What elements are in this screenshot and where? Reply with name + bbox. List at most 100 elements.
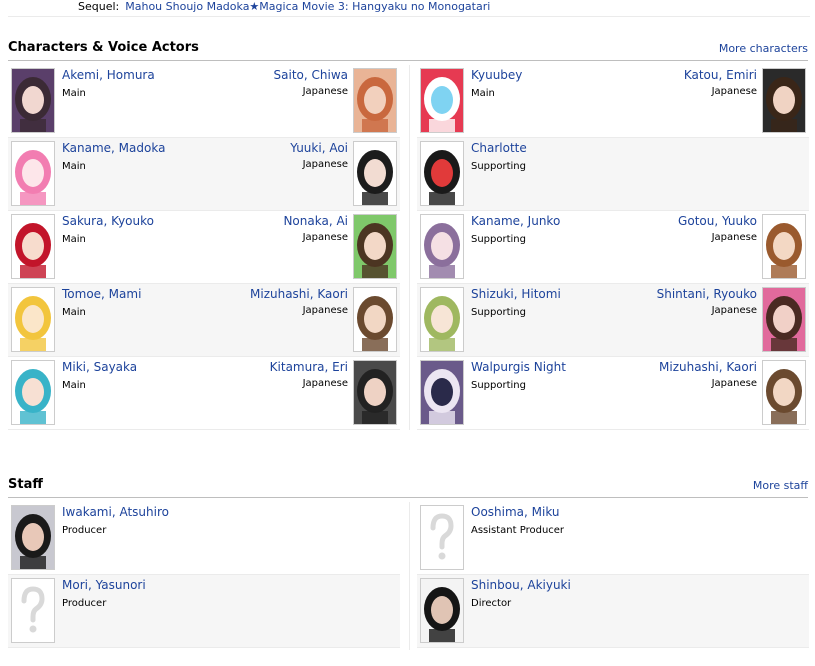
sequel-link[interactable]: Mahou Shoujo Madoka★Magica Movie 3: Hang… — [125, 0, 490, 13]
character-row: Sakura, Kyouko Main Nonaka, Ai Japanese — [8, 211, 400, 284]
character-name-link[interactable]: Shizuki, Hitomi — [471, 287, 561, 301]
voice-actor-name-link[interactable]: Shintani, Ryouko — [657, 287, 757, 301]
voice-actor-language: Japanese — [302, 86, 348, 97]
voice-actor-photo — [354, 288, 396, 351]
character-role: Main — [62, 234, 86, 245]
more-staff-link[interactable]: More staff — [753, 479, 808, 492]
voice-actor-name-link[interactable]: Saito, Chiwa — [274, 68, 348, 82]
character-image-link[interactable] — [420, 214, 464, 279]
character-role: Main — [62, 380, 86, 391]
character-row: Shizuki, Hitomi Supporting Shintani, Ryouk… — [417, 284, 809, 357]
voice-actor-image-link[interactable] — [353, 141, 397, 206]
character-name-link[interactable]: Miki, Sayaka — [62, 360, 137, 374]
voice-actor-photo — [763, 361, 805, 424]
character-row: Miki, Sayaka Main Kitamura, Eri Japanese — [8, 357, 400, 430]
voice-actor-image-link[interactable] — [353, 68, 397, 133]
voice-actor-name-link[interactable]: Mizuhashi, Kaori — [250, 287, 348, 301]
voice-actor-name-link[interactable]: Kitamura, Eri — [270, 360, 348, 374]
staff-image-link[interactable] — [420, 505, 464, 570]
character-portrait — [421, 288, 463, 351]
voice-actor-name-link[interactable]: Mizuhashi, Kaori — [659, 360, 757, 374]
character-name-link[interactable]: Akemi, Homura — [62, 68, 155, 82]
staff-row: Shinbou, Akiyuki Director — [417, 575, 809, 648]
voice-actor-image-link[interactable] — [762, 214, 806, 279]
character-image-link[interactable] — [11, 214, 55, 279]
related-sequel: Sequel: Mahou Shoujo Madoka★Magica Movie … — [78, 0, 490, 13]
character-portrait — [421, 361, 463, 424]
character-image-link[interactable] — [420, 68, 464, 133]
character-role: Main — [471, 88, 495, 99]
column-divider — [409, 502, 410, 650]
divider — [8, 16, 810, 17]
staff-image-link[interactable] — [420, 578, 464, 643]
character-row: Akemi, Homura Main Saito, Chiwa Japanese — [8, 65, 400, 138]
characters-right-column: Kyuubey Main Katou, Emiri Japanese Charlotte… — [417, 65, 809, 430]
character-image-link[interactable] — [11, 360, 55, 425]
voice-actor-language: Japanese — [711, 232, 757, 243]
staff-name-link[interactable]: Ooshima, Miku — [471, 505, 560, 519]
voice-actor-photo — [354, 69, 396, 132]
staff-name-link[interactable]: Mori, Yasunori — [62, 578, 146, 592]
character-role: Supporting — [471, 161, 526, 172]
voice-actor-language: Japanese — [302, 305, 348, 316]
staff-section-header: Staff More staff — [8, 477, 808, 498]
voice-actor-name-link[interactable]: Gotou, Yuuko — [678, 214, 757, 228]
more-characters-link[interactable]: More characters — [719, 42, 808, 55]
character-row: Kyuubey Main Katou, Emiri Japanese — [417, 65, 809, 138]
voice-actor-image-link[interactable] — [353, 360, 397, 425]
voice-actor-photo — [354, 215, 396, 278]
character-image-link[interactable] — [420, 287, 464, 352]
character-role: Supporting — [471, 307, 526, 318]
staff-image-link[interactable] — [11, 505, 55, 570]
voice-actor-language: Japanese — [302, 378, 348, 389]
character-row: Kaname, Junko Supporting Gotou, Yuuko Japan… — [417, 211, 809, 284]
voice-actor-image-link[interactable] — [762, 360, 806, 425]
character-role: Main — [62, 161, 86, 172]
voice-actor-photo — [763, 288, 805, 351]
staff-right-column: Ooshima, Miku Assistant Producer Shinbou, … — [417, 502, 809, 648]
voice-actor-photo — [354, 361, 396, 424]
character-name-link[interactable]: Kyuubey — [471, 68, 522, 82]
voice-actor-language: Japanese — [711, 305, 757, 316]
character-role: Main — [62, 88, 86, 99]
voice-actor-name-link[interactable]: Yuuki, Aoi — [290, 141, 348, 155]
character-portrait — [12, 361, 54, 424]
character-image-link[interactable] — [420, 141, 464, 206]
character-image-link[interactable] — [11, 287, 55, 352]
character-name-link[interactable]: Charlotte — [471, 141, 527, 155]
character-row: Walpurgis Night Supporting Mizuhashi, Kaor… — [417, 357, 809, 430]
character-name-link[interactable]: Tomoe, Mami — [62, 287, 141, 301]
voice-actor-image-link[interactable] — [762, 287, 806, 352]
staff-image-link[interactable] — [11, 578, 55, 643]
voice-actor-name-link[interactable]: Nonaka, Ai — [283, 214, 348, 228]
staff-name-link[interactable]: Iwakami, Atsuhiro — [62, 505, 169, 519]
voice-actor-language: Japanese — [302, 159, 348, 170]
staff-position: Producer — [62, 525, 107, 536]
character-image-link[interactable] — [420, 360, 464, 425]
character-name-link[interactable]: Sakura, Kyouko — [62, 214, 154, 228]
characters-section-header: Characters & Voice Actors More character… — [8, 40, 808, 61]
staff-section-title: Staff — [8, 477, 43, 492]
voice-actor-image-link[interactable] — [762, 68, 806, 133]
staff-row: Mori, Yasunori Producer — [8, 575, 400, 648]
sequel-label: Sequel: — [78, 0, 120, 13]
voice-actor-name-link[interactable]: Katou, Emiri — [684, 68, 757, 82]
voice-actor-image-link[interactable] — [353, 214, 397, 279]
character-image-link[interactable] — [11, 141, 55, 206]
character-row: Tomoe, Mami Main Mizuhashi, Kaori Japanese — [8, 284, 400, 357]
character-role: Supporting — [471, 380, 526, 391]
staff-name-link[interactable]: Shinbou, Akiyuki — [471, 578, 571, 592]
character-role: Main — [62, 307, 86, 318]
voice-actor-photo — [763, 215, 805, 278]
column-divider — [409, 65, 410, 430]
character-image-link[interactable] — [11, 68, 55, 133]
character-row: Charlotte Supporting — [417, 138, 809, 211]
character-name-link[interactable]: Kaname, Junko — [471, 214, 560, 228]
character-name-link[interactable]: Kaname, Madoka — [62, 141, 165, 155]
character-portrait — [12, 69, 54, 132]
characters-left-column: Akemi, Homura Main Saito, Chiwa Japanese Kan… — [8, 65, 400, 430]
character-portrait — [12, 215, 54, 278]
voice-actor-image-link[interactable] — [353, 287, 397, 352]
character-name-link[interactable]: Walpurgis Night — [471, 360, 566, 374]
character-portrait — [421, 69, 463, 132]
